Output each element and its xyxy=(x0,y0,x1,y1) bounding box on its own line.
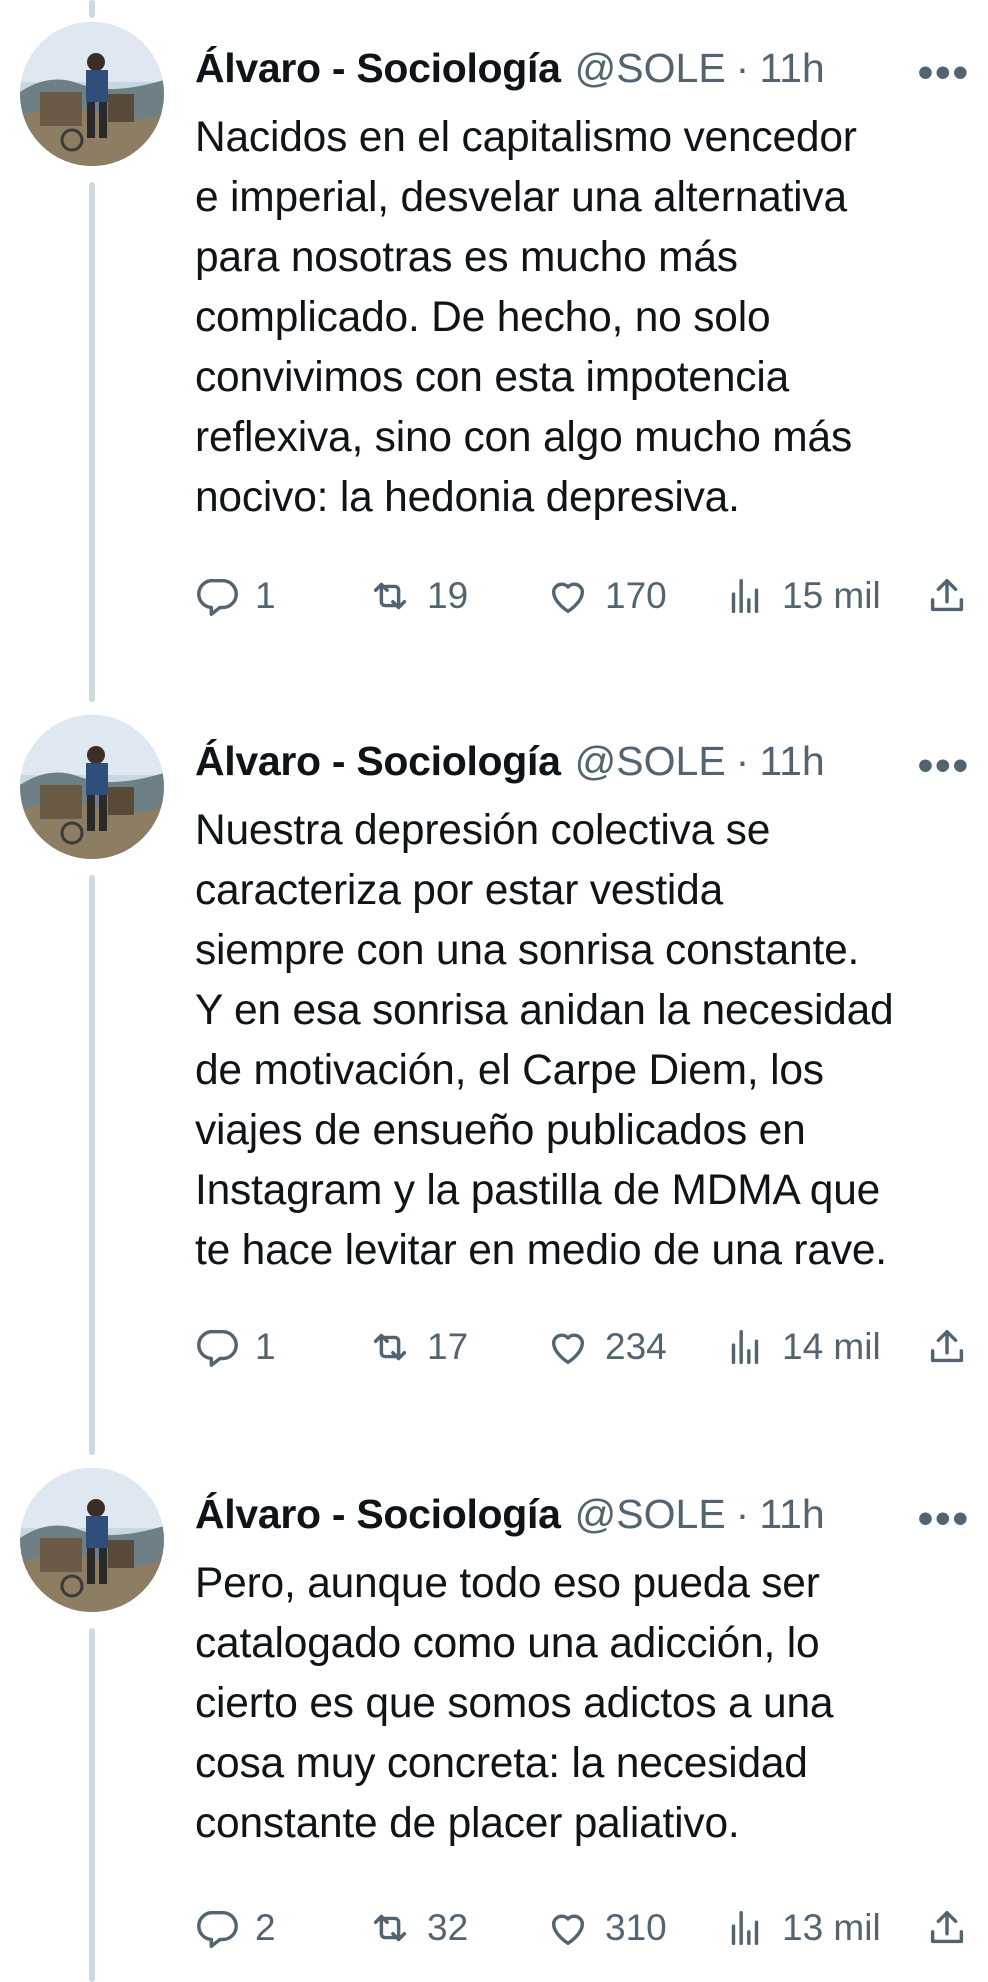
reply-button[interactable]: 1 xyxy=(195,1317,276,1377)
author-name[interactable]: Álvaro - Sociología xyxy=(195,45,561,92)
retweet-icon xyxy=(373,1914,407,1942)
like-count: 170 xyxy=(605,575,667,616)
reply-button[interactable]: 2 xyxy=(195,1898,276,1958)
views-button[interactable]: 13 mil xyxy=(722,1898,881,1958)
retweet-button[interactable]: 19 xyxy=(367,566,468,626)
reply-count: 2 xyxy=(255,1907,276,1948)
tweet-actions: 1 17 234 14 mil xyxy=(195,1317,970,1377)
like-count: 234 xyxy=(605,1326,667,1367)
timestamp[interactable]: 11h xyxy=(759,738,824,785)
like-button[interactable]: 310 xyxy=(545,1898,667,1958)
timestamp[interactable]: 11h xyxy=(759,1491,824,1538)
heart-icon xyxy=(551,582,585,614)
retweet-button[interactable]: 32 xyxy=(367,1898,468,1958)
views-icon xyxy=(731,1910,759,1946)
like-button[interactable]: 234 xyxy=(545,1317,667,1377)
like-button[interactable]: 170 xyxy=(545,566,667,626)
views-icon xyxy=(731,578,759,614)
avatar-photo-icon xyxy=(20,1468,164,1612)
retweet-button[interactable]: 17 xyxy=(367,1317,468,1377)
view-count: 15 mil xyxy=(782,575,881,616)
timestamp[interactable]: 11h xyxy=(759,45,824,92)
reply-count: 1 xyxy=(255,575,276,616)
reply-count: 1 xyxy=(255,1326,276,1367)
author-name[interactable]: Álvaro - Sociología xyxy=(195,738,561,785)
like-count: 310 xyxy=(605,1907,667,1948)
author-handle[interactable]: @SOLE xyxy=(575,1491,726,1538)
thread-line xyxy=(89,875,95,1455)
avatar[interactable] xyxy=(20,1468,164,1612)
retweet-icon xyxy=(373,582,407,610)
tweet-header: Álvaro - Sociología @SOLE · 11h xyxy=(195,733,965,789)
thread-line xyxy=(89,1628,95,1982)
separator: · xyxy=(735,737,750,784)
separator: · xyxy=(735,44,750,91)
retweet-count: 19 xyxy=(427,575,469,616)
share-icon xyxy=(930,578,964,612)
view-count: 13 mil xyxy=(782,1907,881,1948)
views-button[interactable]: 15 mil xyxy=(722,566,881,626)
reply-icon xyxy=(197,578,238,616)
views-icon xyxy=(731,1329,759,1365)
tweet-text: Nuestra depresión colectiva se caracteri… xyxy=(195,807,894,1274)
share-icon xyxy=(930,1329,964,1363)
author-name[interactable]: Álvaro - Sociología xyxy=(195,1491,561,1538)
reply-icon xyxy=(197,1910,238,1948)
view-count: 14 mil xyxy=(782,1326,881,1367)
share-button[interactable] xyxy=(924,1898,970,1958)
share-icon xyxy=(930,1910,964,1944)
reply-button[interactable]: 1 xyxy=(195,566,276,626)
retweet-icon xyxy=(373,1333,407,1361)
share-button[interactable] xyxy=(924,1317,970,1377)
views-button[interactable]: 14 mil xyxy=(722,1317,881,1377)
tweet-header: Álvaro - Sociología @SOLE · 11h xyxy=(195,1486,965,1542)
tweet-text: Pero, aunque todo eso pueda ser cataloga… xyxy=(195,1560,834,1847)
retweet-count: 17 xyxy=(427,1326,469,1367)
retweet-count: 32 xyxy=(427,1907,469,1948)
thread-line xyxy=(89,0,95,18)
tweet-header: Álvaro - Sociología @SOLE · 11h xyxy=(195,40,965,96)
reply-icon xyxy=(197,1329,238,1367)
tweet-actions: 1 19 170 15 mil xyxy=(195,566,970,626)
tweet-actions: 2 32 310 13 mil xyxy=(195,1898,970,1958)
author-handle[interactable]: @SOLE xyxy=(575,738,726,785)
avatar-photo-icon xyxy=(20,715,164,859)
more-options-icon[interactable]: ••• xyxy=(918,741,970,791)
tweet-text: Nacidos en el capitalismo vencedor e imp… xyxy=(195,114,857,521)
avatar-photo-icon xyxy=(20,22,164,166)
avatar[interactable] xyxy=(20,22,164,166)
heart-icon xyxy=(551,1333,585,1365)
avatar[interactable] xyxy=(20,715,164,859)
separator: · xyxy=(735,1490,750,1537)
heart-icon xyxy=(551,1914,585,1946)
share-button[interactable] xyxy=(924,566,970,626)
more-options-icon[interactable]: ••• xyxy=(918,1494,970,1544)
more-options-icon[interactable]: ••• xyxy=(918,48,970,98)
author-handle[interactable]: @SOLE xyxy=(575,45,726,92)
thread-line xyxy=(89,182,95,702)
